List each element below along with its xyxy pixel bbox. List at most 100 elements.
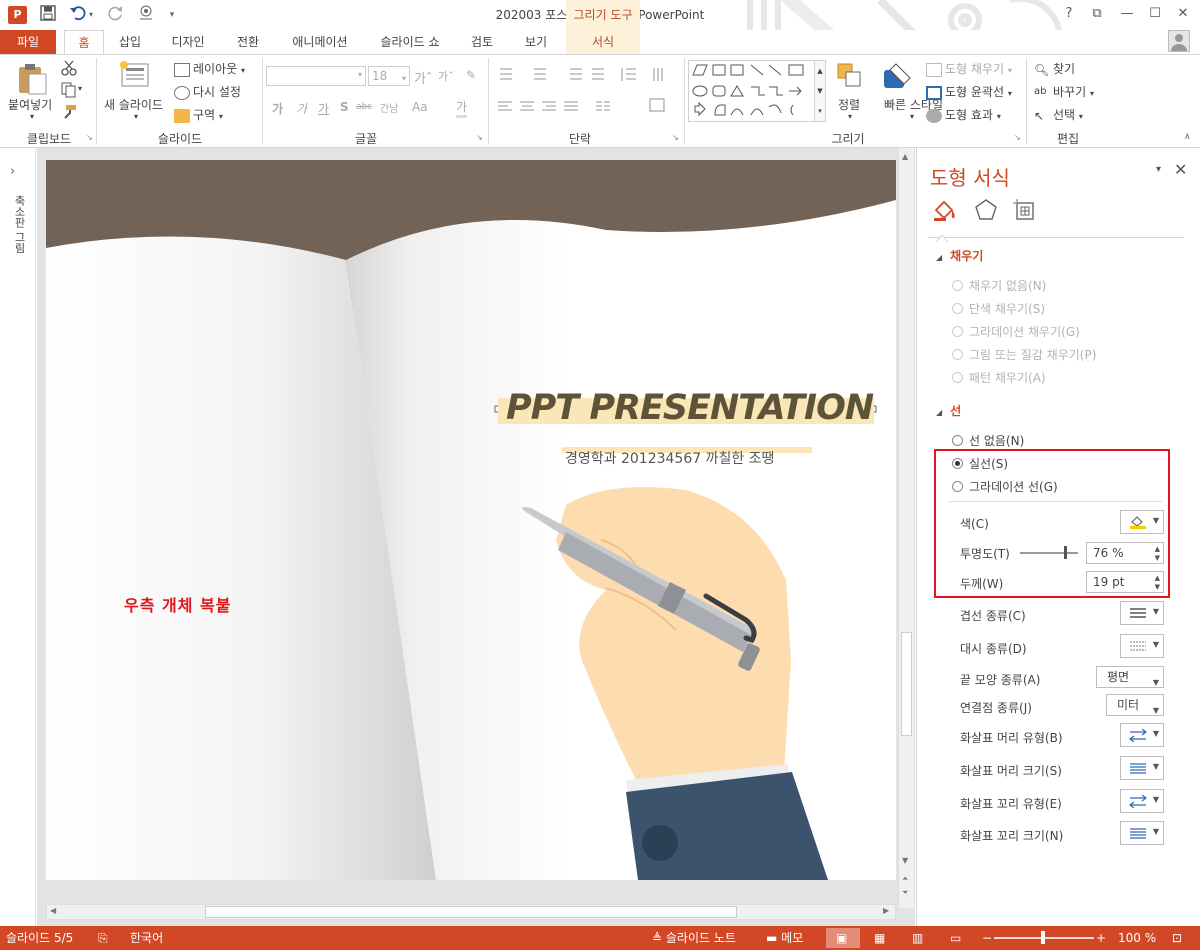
new-slide-icon[interactable] bbox=[118, 60, 152, 93]
zoom-level[interactable]: 100 % bbox=[1118, 926, 1156, 950]
change-case-button[interactable]: Aa bbox=[412, 100, 428, 114]
paragraph-launcher-icon[interactable]: ↘ bbox=[672, 133, 679, 142]
user-avatar-icon[interactable] bbox=[1168, 30, 1190, 52]
tab-slideshow[interactable]: 슬라이드 쇼 bbox=[370, 30, 450, 54]
size-properties-icon[interactable] bbox=[1012, 198, 1038, 225]
tab-design[interactable]: 디자인 bbox=[160, 30, 216, 54]
drawing-launcher-icon[interactable]: ↘ bbox=[1014, 133, 1021, 142]
help-icon[interactable]: ? bbox=[1058, 3, 1080, 25]
font-launcher-icon[interactable]: ↘ bbox=[476, 133, 483, 142]
scroll-up-icon[interactable]: ▲ bbox=[902, 152, 908, 161]
shape-outline-button[interactable]: 도형 윤곽선 ▾ bbox=[926, 83, 1012, 100]
end-arrow-size-button[interactable]: ▼ bbox=[1120, 821, 1164, 845]
cap-type-combo[interactable]: 평면 ▼ bbox=[1096, 666, 1164, 688]
tab-insert[interactable]: 삽입 bbox=[108, 30, 152, 54]
scroll-right-icon[interactable]: ▶ bbox=[883, 906, 889, 915]
close-icon[interactable]: ✕ bbox=[1172, 3, 1194, 25]
arrange-dropdown-icon[interactable]: ▾ bbox=[848, 112, 852, 121]
tab-transitions[interactable]: 전환 bbox=[226, 30, 270, 54]
shrink-font-icon[interactable]: 가ˇ bbox=[438, 68, 454, 84]
strikethrough-button[interactable]: abc bbox=[356, 102, 372, 112]
horizontal-scrollbar[interactable]: ◀ ▶ bbox=[46, 904, 896, 920]
section-button[interactable]: 구역 ▾ bbox=[174, 106, 223, 123]
select-button[interactable]: ↖ 선택 ▾ bbox=[1034, 106, 1083, 123]
font-size-combo[interactable]: 18 ▾ bbox=[368, 66, 410, 86]
ribbon-display-options-icon[interactable]: ⧉ bbox=[1086, 3, 1108, 25]
begin-arrow-size-button[interactable]: ▼ bbox=[1120, 756, 1164, 780]
find-button[interactable]: 🔍︎ 찾기 bbox=[1034, 60, 1075, 77]
line-option-none[interactable]: 선 없음(N) bbox=[952, 432, 1024, 449]
clipboard-launcher-icon[interactable]: ↘ bbox=[86, 133, 93, 142]
pane-close-icon[interactable]: ✕ bbox=[1174, 160, 1187, 179]
replace-button[interactable]: ab 바꾸기 ▾ bbox=[1034, 83, 1094, 100]
slide-canvas[interactable]: PPT PRESENTATION 경영학과 201234567 까칠한 조땡 우… bbox=[46, 160, 896, 880]
shape-fill-button[interactable]: 도형 채우기 ▾ bbox=[926, 60, 1012, 77]
quick-styles-dropdown-icon[interactable]: ▾ bbox=[910, 112, 914, 121]
shapes-gallery-scroll[interactable]: ▲ ▼ ▾ bbox=[814, 60, 826, 122]
grow-font-icon[interactable]: 가ˆ bbox=[414, 68, 432, 87]
tab-animations[interactable]: 애니메이션 bbox=[280, 30, 360, 54]
zoom-in-icon[interactable]: + bbox=[1096, 926, 1106, 950]
fit-to-window-icon[interactable]: ⊡ bbox=[1172, 926, 1182, 950]
fill-section-header[interactable]: ◢ 채우기 bbox=[936, 247, 983, 264]
tab-file[interactable]: 파일 bbox=[0, 30, 56, 54]
slide-subtitle[interactable]: 경영학과 201234567 까칠한 조땡 bbox=[565, 448, 774, 468]
next-slide-icon[interactable]: ⏷ bbox=[902, 888, 908, 898]
slideshow-icon[interactable]: ▭ bbox=[950, 926, 961, 950]
thumbnails-label[interactable]: 축소판 그림 bbox=[12, 195, 26, 254]
paste-icon[interactable] bbox=[16, 62, 48, 99]
maximize-icon[interactable]: ☐ bbox=[1144, 3, 1166, 25]
end-arrow-type-button[interactable]: ▼ bbox=[1120, 789, 1164, 813]
fill-option-none[interactable]: 채우기 없음(N) bbox=[952, 277, 1046, 294]
copy-dropdown-icon[interactable]: ▾ bbox=[78, 84, 82, 93]
tab-home[interactable]: 홈 bbox=[64, 30, 104, 55]
slide-indicator[interactable]: 슬라이드 5/5 bbox=[6, 926, 73, 950]
paste-dropdown-icon[interactable]: ▾ bbox=[30, 112, 34, 121]
zoom-slider-thumb[interactable] bbox=[1041, 931, 1045, 944]
scroll-down-icon[interactable]: ▼ bbox=[902, 856, 908, 865]
new-slide-dropdown-icon[interactable]: ▾ bbox=[134, 112, 138, 121]
copy-icon[interactable] bbox=[60, 82, 78, 101]
fill-option-gradient[interactable]: 그라데이션 채우기(G) bbox=[952, 323, 1080, 340]
paste-button-label[interactable]: 붙여넣기 bbox=[8, 96, 52, 113]
underline-button[interactable]: 가 bbox=[318, 100, 329, 117]
shadow-button[interactable]: S bbox=[340, 100, 349, 114]
horizontal-scroll-thumb[interactable] bbox=[205, 906, 737, 918]
arrange-label[interactable]: 정렬 bbox=[838, 96, 860, 113]
line-section-header[interactable]: ◢ 선 bbox=[936, 402, 961, 419]
tab-review[interactable]: 검토 bbox=[460, 30, 504, 54]
format-painter-icon[interactable] bbox=[60, 104, 78, 123]
reading-view-icon[interactable]: ▥ bbox=[912, 926, 923, 950]
minimize-icon[interactable]: — bbox=[1116, 3, 1138, 25]
clear-format-icon[interactable]: ✎ bbox=[466, 68, 476, 82]
shapes-gallery[interactable] bbox=[688, 60, 826, 122]
fill-option-pattern[interactable]: 패턴 채우기(A) bbox=[952, 369, 1046, 386]
collapse-ribbon-icon[interactable]: ∧ bbox=[1184, 132, 1191, 142]
compound-type-button[interactable]: ▼ bbox=[1120, 601, 1164, 625]
dash-type-button[interactable]: ▼ bbox=[1120, 634, 1164, 658]
language-indicator[interactable]: 한국어 bbox=[130, 926, 163, 950]
effects-pentagon-icon[interactable] bbox=[974, 198, 998, 225]
comments-button[interactable]: ▬ 메모 bbox=[766, 926, 803, 950]
font-name-combo[interactable]: ▾ bbox=[266, 66, 366, 86]
character-spacing-button[interactable]: 간남 bbox=[380, 100, 398, 115]
font-color-button[interactable]: 가 bbox=[456, 98, 468, 118]
slide-sorter-icon[interactable]: ▦ bbox=[874, 926, 885, 950]
expand-thumbnails-icon[interactable]: › bbox=[10, 164, 15, 179]
pane-options-icon[interactable]: ▾ bbox=[1156, 164, 1161, 175]
layout-button[interactable]: 레이아웃 ▾ bbox=[174, 60, 245, 77]
tab-format[interactable]: 서식 bbox=[566, 30, 640, 54]
previous-slide-icon[interactable]: ⏶ bbox=[902, 874, 908, 884]
bold-button[interactable]: 가 bbox=[272, 100, 283, 117]
begin-arrow-type-button[interactable]: ▼ bbox=[1120, 723, 1164, 747]
new-slide-label[interactable]: 새 슬라이드 bbox=[104, 96, 163, 113]
arrange-icon[interactable] bbox=[836, 62, 864, 93]
notes-button[interactable]: ≜ 슬라이드 노트 bbox=[652, 926, 736, 950]
vertical-scrollbar[interactable]: ▲ ▼ ⏶ ⏷ bbox=[898, 148, 914, 908]
vertical-scroll-thumb[interactable] bbox=[901, 632, 912, 736]
spell-check-icon[interactable]: ⎘ bbox=[98, 926, 108, 950]
reset-button[interactable]: 다시 설정 bbox=[174, 83, 241, 100]
annotation-text[interactable]: 우측 개체 복붙 bbox=[124, 592, 231, 616]
fill-option-picture[interactable]: 그림 또는 질감 채우기(P) bbox=[952, 346, 1096, 363]
zoom-out-icon[interactable]: − bbox=[982, 926, 992, 950]
